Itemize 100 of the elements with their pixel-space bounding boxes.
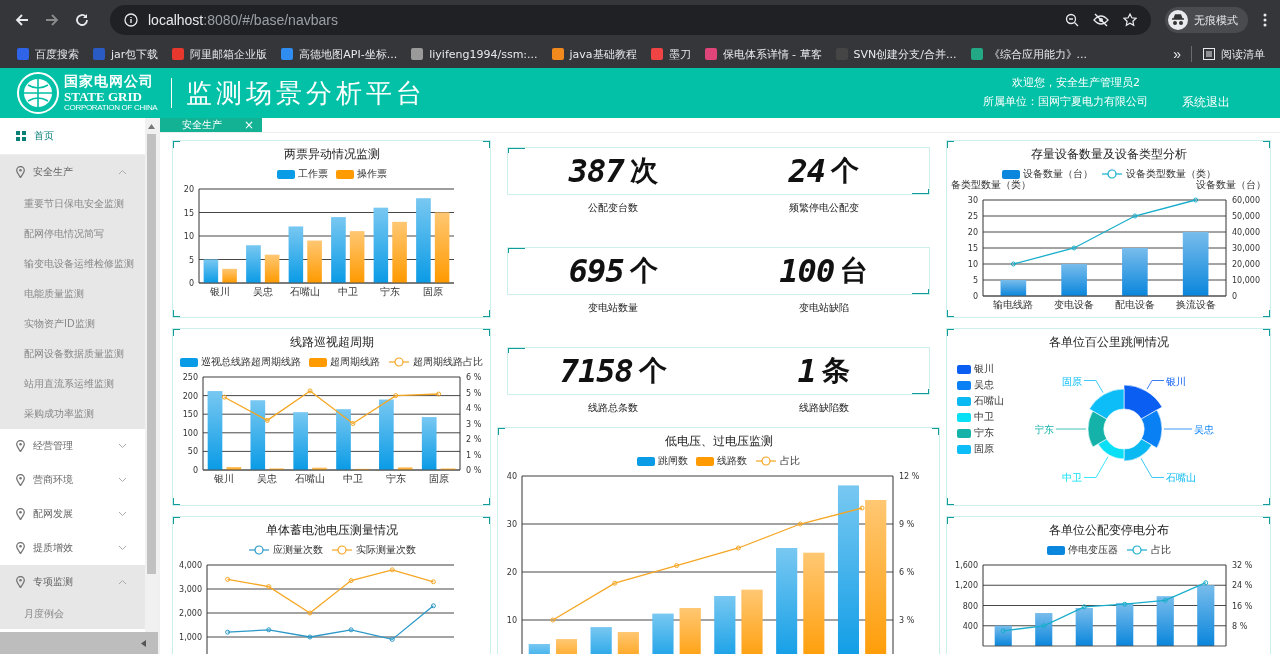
legend-label: 停电变压器 (1067, 543, 1118, 557)
axis-tick-label: 25 (967, 212, 978, 221)
stat-value: 1 (797, 352, 816, 390)
chart-title: 单体蓄电池电压测量情况 (265, 523, 398, 538)
stat-label: 公配变台数 (586, 201, 639, 215)
legend-label: 超周期线路占比 (413, 355, 483, 369)
chart-title: 各单位百公里跳闸情况 (1048, 335, 1169, 350)
company-name: 国家电网公司 (64, 74, 155, 88)
welcome-text: 欢迎您，安全生产管理员2 (1012, 75, 1140, 90)
axis-category-label: 输电线路 (993, 299, 1034, 310)
stat-value: 695 (568, 252, 624, 290)
stat-unit: 条 (821, 353, 850, 389)
legend-label: 吴忠 (974, 378, 994, 392)
axis-tick-label: 0 (1232, 292, 1238, 301)
legend-label: 石嘴山 (974, 394, 1004, 408)
legend-label: 宁东 (974, 426, 994, 440)
axis-tick-label: 0 % (466, 466, 482, 475)
axis-category-label: 固原 (422, 286, 443, 297)
url-text: localhost:8080/#/base/navbars (148, 12, 338, 28)
axis-tick-label: 50 (187, 447, 198, 457)
legend-label: 跳闸数 (658, 454, 688, 468)
axis-tick-label: 250 (182, 373, 198, 382)
axis-tick-label: 4,000 (179, 561, 202, 570)
axis-tick-label: 1,000 (179, 633, 202, 642)
stat-label: 线路缺陷数 (798, 401, 851, 415)
axis-tick-label: 24 % (1232, 581, 1253, 591)
axis-tick-label: 60,000 (1232, 196, 1260, 205)
axis-tick-label: 2 % (466, 435, 482, 444)
axis-tick-label: 20 (967, 228, 978, 237)
stat-label: 变电站缺陷 (798, 301, 851, 315)
axis-title: 设备数量（台） (1195, 178, 1267, 192)
axis-category-label: 银川 (214, 473, 235, 484)
slice-label: 固原 (1062, 375, 1082, 387)
chart-title: 线路巡视超周期 (289, 335, 374, 350)
legend-label: 超周期线路 (330, 355, 380, 369)
slice-label: 宁东 (1035, 424, 1054, 435)
axis-tick-label: 10 (967, 260, 978, 269)
axis-category-label: 石嘴山 (290, 286, 321, 297)
stat-unit: 个 (638, 353, 667, 389)
axis-tick-label: 5 % (466, 388, 482, 398)
stat-unit: 次 (629, 153, 658, 189)
axis-title: 备类型数量（类） (950, 178, 1032, 192)
legend-label: 中卫 (974, 410, 994, 424)
legend-label: 操作票 (356, 167, 387, 181)
stat-value: 7158 (559, 352, 633, 390)
axis-tick-label: 0 (972, 292, 978, 301)
axis-tick-label: 3 % (899, 616, 915, 625)
axis-tick-label: 40,000 (1232, 228, 1260, 237)
legend-label: 线路数 (717, 454, 747, 468)
axis-tick-label: 12 % (899, 472, 920, 481)
axis-tick-label: 800 (962, 601, 978, 611)
chart-title: 各单位公配变停电分布 (1048, 523, 1169, 538)
axis-tick-label: 6 % (466, 373, 482, 382)
slice-label: 吴忠 (1194, 424, 1214, 435)
axis-tick-label: 3 % (466, 419, 482, 429)
axis-tick-label: 400 (962, 621, 978, 631)
slice-label: 银川 (1166, 375, 1186, 387)
stat-unit: 个 (629, 253, 658, 289)
axis-tick-label: 30,000 (1232, 244, 1260, 253)
stat-label: 变电站数量 (586, 301, 639, 315)
chart-title: 存量设备数量及设备类型分析 (1030, 147, 1187, 162)
axis-category-label: 中卫 (337, 286, 358, 297)
axis-tick-label: 20 (506, 568, 517, 577)
axis-tick-label: 10 (506, 616, 517, 625)
stat-value: 24 (788, 152, 825, 190)
axis-tick-label: 32 % (1232, 561, 1253, 570)
company-name-english: STATE GRID (64, 90, 143, 103)
axis-tick-label: 4 % (466, 404, 482, 413)
axis-tick-label: 150 (182, 410, 198, 420)
legend-label: 巡视总线路超周期线路 (201, 355, 301, 369)
stat-label: 频繁停电公配变 (788, 201, 861, 215)
axis-category-label: 配电设备 (1114, 299, 1155, 310)
company-subtitle: CORPORATION OF CHINA (64, 104, 158, 112)
axis-tick-label: 16 % (1232, 601, 1253, 611)
axis-tick-label: 8 % (1232, 621, 1248, 631)
axis-tick-label: 15 (967, 244, 978, 253)
legend-label: 应测量次数 (272, 543, 323, 557)
axis-category-label: 宁东 (380, 286, 401, 297)
axis-tick-label: 9 % (899, 520, 915, 529)
axis-tick-label: 15 (183, 208, 194, 218)
slice-label: 中卫 (1062, 472, 1082, 484)
axis-tick-label: 0 (192, 466, 198, 475)
axis-category-label: 换流设备 (1175, 299, 1216, 310)
stat-unit: 个 (831, 153, 859, 189)
stat-value: 100 (779, 252, 835, 290)
axis-tick-label: 3,000 (179, 585, 202, 594)
legend-label: 银川 (974, 362, 994, 376)
chart-title: 低电压、过电压监测 (664, 434, 773, 449)
axis-category-label: 石嘴山 (295, 473, 326, 484)
axis-tick-label: 40 (506, 472, 517, 481)
axis-tick-label: 10,000 (1232, 276, 1260, 285)
legend-label: 固原 (974, 442, 994, 456)
unit-text: 所属单位：国网宁夏电力有限公司 (983, 94, 1148, 110)
axis-tick-label: 1 % (466, 450, 482, 460)
legend-label: 实际测量次数 (355, 543, 416, 557)
axis-category-label: 宁东 (385, 473, 406, 484)
stat-label: 线路总条数 (586, 401, 639, 415)
slice-label: 石嘴山 (1166, 472, 1196, 484)
legend-label: 设备数量（台） (1022, 167, 1093, 181)
platform-title: 监测场景分析平台 (186, 76, 427, 110)
